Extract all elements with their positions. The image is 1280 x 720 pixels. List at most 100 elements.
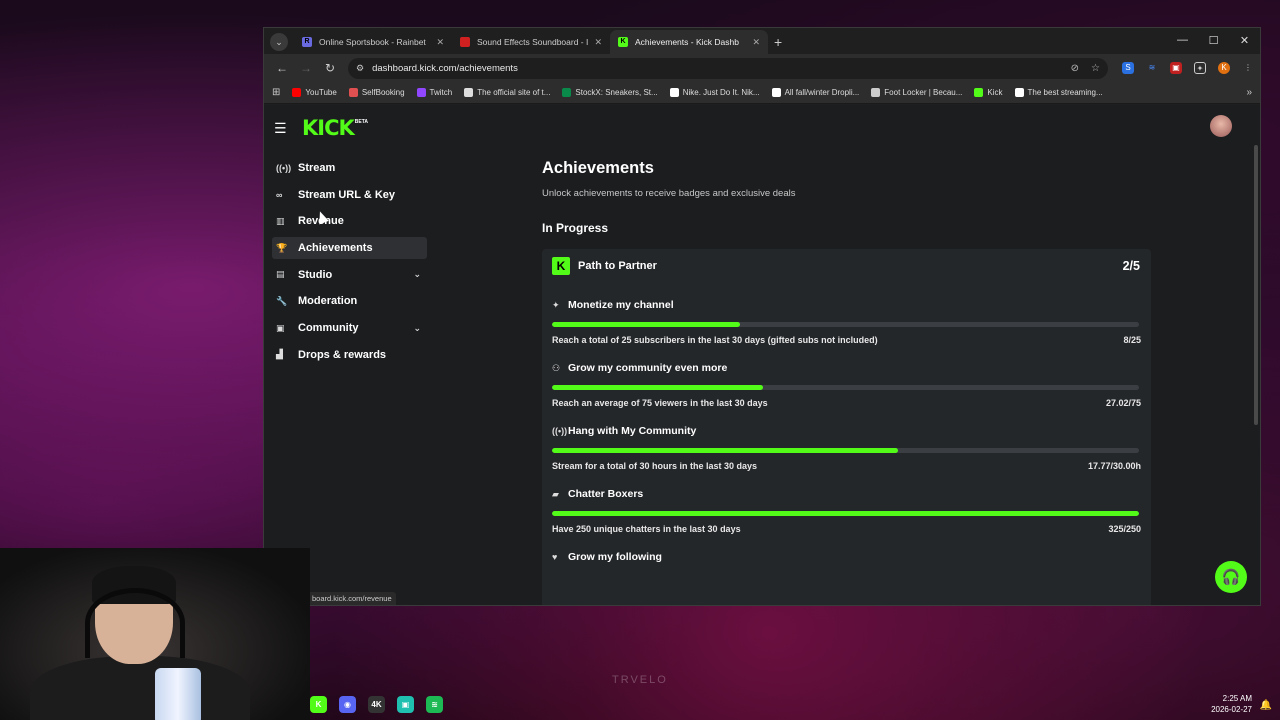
sidebar-item-drops-rewards[interactable]: ▟ Drops & rewards bbox=[272, 344, 427, 366]
browser-tab[interactable]: R Online Sportsbook - Rainbet ✕ bbox=[294, 30, 452, 54]
card-header[interactable]: K Path to Partner 2/5 bbox=[552, 249, 1141, 283]
achievement-footer: Reach an average of 75 viewers in the la… bbox=[552, 398, 1141, 408]
site-info-icon[interactable]: ⚙ bbox=[356, 63, 364, 74]
maximize-button[interactable]: ☐ bbox=[1198, 28, 1229, 52]
bookmark-item[interactable]: Twitch bbox=[416, 88, 453, 97]
app-teal-taskbar-icon[interactable]: ▣ bbox=[397, 696, 414, 713]
sparkle-icon: ✦ bbox=[552, 299, 560, 310]
tab-title: Achievements - Kick Dashb bbox=[635, 37, 739, 47]
extension-red-icon[interactable]: ▣ bbox=[1170, 62, 1182, 74]
new-tab-button[interactable]: + bbox=[774, 34, 782, 50]
bookmark-item[interactable]: Foot Locker | Becau... bbox=[871, 88, 962, 97]
bookmark-label: The best streaming... bbox=[1027, 88, 1103, 97]
heart-icon: ♥ bbox=[552, 552, 558, 562]
hamburger-menu-icon[interactable]: ☰ bbox=[274, 120, 296, 137]
achievement-progress-text: 17.77/30.00h bbox=[1087, 461, 1141, 471]
sidebar-item-stream[interactable]: ((•)) Stream bbox=[272, 157, 427, 179]
chevron-down-icon[interactable]: ⌄ bbox=[413, 323, 421, 334]
dashboard-header: ☰ KICK BETA bbox=[264, 105, 1260, 151]
close-window-button[interactable]: ✕ bbox=[1229, 28, 1260, 52]
apps-grid-icon[interactable]: ⊞ bbox=[272, 87, 280, 98]
community-icon: ▣ bbox=[276, 322, 285, 333]
browser-menu-icon[interactable]: ⋮ bbox=[1242, 62, 1254, 74]
bookmark-item[interactable]: The best streaming... bbox=[1014, 88, 1103, 97]
spotify-taskbar-icon[interactable]: ≋ bbox=[426, 696, 443, 713]
achievement-progress-fill bbox=[552, 511, 1139, 516]
extension-wave-icon[interactable]: ≋ bbox=[1146, 62, 1158, 74]
tab-close-icon[interactable]: ✕ bbox=[594, 37, 602, 48]
bookmark-item[interactable]: All fall/winter Dropli... bbox=[771, 88, 859, 97]
sidebar-item-revenue[interactable]: ▥ Revenue bbox=[272, 210, 427, 232]
broadcast-icon: ((•)) bbox=[552, 426, 568, 436]
extension-blue-icon[interactable]: S bbox=[1122, 62, 1134, 74]
sidebar-item-community[interactable]: ▣ Community ⌄ bbox=[272, 317, 427, 339]
reload-icon[interactable]: ↻ bbox=[318, 61, 342, 75]
sidebar-item-label: Drops & rewards bbox=[298, 348, 387, 361]
support-chat-button[interactable]: 🎧 bbox=[1215, 561, 1247, 593]
achievement-description: Stream for a total of 30 hours in the la… bbox=[552, 461, 758, 471]
bookmark-favicon-icon bbox=[669, 88, 679, 97]
bookmark-favicon-icon bbox=[292, 88, 302, 97]
chevron-down-icon[interactable]: ⌄ bbox=[413, 269, 421, 280]
bookmark-item[interactable]: SelfBooking bbox=[348, 88, 405, 97]
app-4k-taskbar-icon[interactable]: 4K bbox=[368, 696, 385, 713]
profile-avatar-icon[interactable]: K bbox=[1218, 62, 1230, 74]
bookmark-star-icon[interactable]: ☆ bbox=[1091, 63, 1100, 74]
bookmark-label: StockX: Sneakers, St... bbox=[575, 88, 658, 97]
tab-strip: ⌄ R Online Sportsbook - Rainbet ✕ Sound Eff… bbox=[264, 28, 1260, 54]
kick-taskbar-icon[interactable]: K bbox=[310, 696, 327, 713]
status-bar-url: board.kick.com/revenue bbox=[308, 592, 396, 605]
bookmark-favicon-icon bbox=[416, 88, 426, 97]
achievement-list: ✦ Monetize my channel Reach a total of 25 … bbox=[552, 283, 1141, 563]
achievement-item: ✦ Monetize my channel Reach a total of 25 … bbox=[552, 283, 1141, 345]
clock-date: 2026-02-27 bbox=[1211, 705, 1252, 714]
bookmark-item[interactable]: YouTube bbox=[292, 88, 337, 97]
tab-close-icon[interactable]: ✕ bbox=[752, 37, 760, 48]
bookmark-item[interactable]: StockX: Sneakers, St... bbox=[562, 88, 658, 97]
system-clock[interactable]: 2:25 AM 2026-02-27 bbox=[1211, 693, 1252, 715]
card-title: Path to Partner bbox=[578, 260, 657, 272]
window-controls: — ☐ ✕ bbox=[1167, 28, 1260, 52]
forward-icon[interactable]: → bbox=[294, 61, 318, 75]
notification-bell-icon[interactable]: 🔔 bbox=[1260, 700, 1272, 711]
browser-toolbar: ← → ↻ ⚙ dashboard.kick.com/achievements … bbox=[264, 54, 1260, 82]
sidebar-item-studio[interactable]: ▤ Studio ⌄ bbox=[272, 264, 427, 286]
bookmark-favicon-icon bbox=[974, 88, 984, 97]
sidebar-item-stream-url-key[interactable]: ∞ Stream URL & Key bbox=[272, 184, 427, 206]
minimize-button[interactable]: — bbox=[1167, 28, 1198, 52]
discord-taskbar-icon[interactable]: ◉ bbox=[339, 696, 356, 713]
sidebar-item-label: Studio bbox=[298, 268, 333, 281]
sidebar-item-moderation[interactable]: 🔧 Moderation bbox=[272, 290, 427, 312]
back-icon[interactable]: ← bbox=[270, 61, 294, 75]
bookmarks-bar: ⊞ YouTube SelfBooking Twitch The official s… bbox=[264, 82, 1260, 104]
address-bar[interactable]: ⚙ dashboard.kick.com/achievements ⊘ ☆ bbox=[348, 57, 1108, 79]
bookmark-favicon-icon bbox=[771, 88, 781, 97]
webcam-overlay bbox=[0, 548, 310, 720]
kick-logo[interactable]: KICK bbox=[302, 116, 355, 140]
achievement-progress-bar bbox=[552, 448, 1139, 453]
tab-search-button[interactable]: ⌄ bbox=[270, 33, 288, 51]
url-text: dashboard.kick.com/achievements bbox=[372, 62, 518, 74]
bookmark-favicon-icon bbox=[871, 88, 881, 97]
bookmark-item[interactable]: Nike. Just Do It. Nik... bbox=[669, 88, 760, 97]
browser-tab[interactable]: Sound Effects Soundboard - In ✕ bbox=[452, 30, 610, 54]
browser-tab[interactable]: K Achievements - Kick Dashb ✕ bbox=[610, 30, 768, 54]
extensions-puzzle-icon[interactable]: ✦ bbox=[1194, 62, 1206, 74]
chart-icon: ▥ bbox=[276, 215, 285, 226]
sidebar-item-label: Achievements bbox=[298, 242, 373, 255]
trophy-icon: 🏆 bbox=[276, 242, 288, 253]
tab-close-icon[interactable]: ✕ bbox=[436, 37, 444, 48]
achievement-progress-bar bbox=[552, 322, 1139, 327]
bookmark-item[interactable]: Kick bbox=[974, 88, 1003, 97]
mute-icon[interactable]: ⊘ bbox=[1071, 63, 1079, 74]
page-scrollbar[interactable] bbox=[1254, 145, 1258, 425]
sidebar-item-achievements[interactable]: 🏆 Achievements bbox=[272, 237, 427, 260]
sidebar-item-label: Stream bbox=[298, 162, 336, 174]
user-avatar[interactable] bbox=[1210, 115, 1232, 137]
bookmark-item[interactable]: The official site of t... bbox=[464, 88, 550, 97]
bookmark-label: Twitch bbox=[429, 88, 453, 97]
achievement-header: ▰ Chatter Boxers bbox=[552, 488, 1141, 500]
achievement-description: Reach an average of 75 viewers in the la… bbox=[552, 398, 768, 408]
more-bookmarks-button[interactable]: » bbox=[1246, 87, 1252, 98]
sidebar-item-label: Moderation bbox=[298, 295, 358, 308]
